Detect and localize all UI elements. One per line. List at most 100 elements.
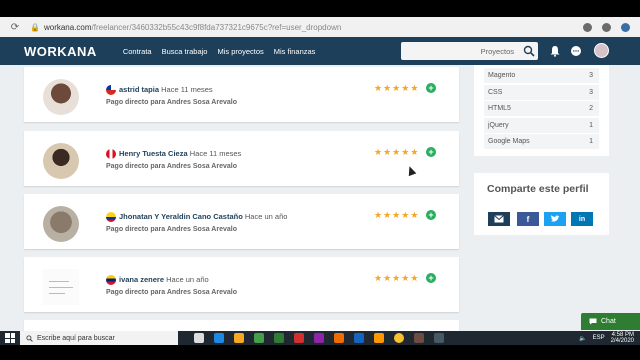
taskbar-clock[interactable]: 4:58 PM 2/4/2020 — [611, 332, 634, 344]
chrome-icon[interactable] — [394, 333, 404, 343]
app-icon[interactable] — [374, 333, 384, 343]
review-time: Hace 11 meses — [189, 149, 242, 158]
skill-name[interactable]: Magento — [488, 72, 515, 79]
reviewer-avatar[interactable] — [43, 79, 79, 115]
expand-plus-icon[interactable]: + — [426, 147, 436, 157]
file-explorer-icon[interactable] — [234, 333, 244, 343]
star-icon: ★ — [401, 273, 410, 283]
reviewer-name[interactable]: astrid tapia — [119, 85, 159, 94]
reload-icon[interactable]: ⟳ — [0, 22, 30, 33]
search-input[interactable]: Proyectos — [401, 42, 538, 60]
app-icon[interactable] — [434, 333, 444, 343]
chat-button[interactable]: Chat — [581, 313, 640, 330]
language-indicator[interactable]: ESP — [593, 335, 605, 341]
reviewer-name[interactable]: Henry Tuesta Cieza — [119, 149, 188, 158]
edge-icon[interactable] — [214, 333, 224, 343]
nav-mis-proyectos[interactable]: Mis proyectos — [217, 47, 263, 56]
reviewer-avatar[interactable] — [43, 269, 79, 305]
star-icon: ★ — [401, 147, 410, 157]
linkedin-icon: in — [578, 215, 586, 223]
messages-icon[interactable] — [570, 45, 582, 57]
star-icon: ★ — [410, 210, 419, 220]
bookmark-star-icon[interactable] — [602, 22, 611, 32]
star-icon: ★ — [374, 273, 383, 283]
url-path: /freelancer/3460332b55c43c9f8fda737321c9… — [91, 22, 342, 32]
star-icon: ★ — [392, 210, 401, 220]
store-icon[interactable] — [254, 333, 264, 343]
search-icon[interactable] — [521, 43, 537, 59]
rating-stars: ★ ★ ★ ★ ★ — [374, 83, 418, 93]
star-icon: ★ — [392, 273, 401, 283]
site-header: WORKANA Contrata Busca trabajo Mis proye… — [0, 37, 640, 65]
skill-name[interactable]: HTML5 — [488, 105, 511, 112]
nav-contrata[interactable]: Contrata — [123, 47, 152, 56]
review-card-partial — [24, 320, 459, 331]
share-twitter-button[interactable] — [544, 212, 566, 226]
clock-date: 2/4/2020 — [610, 338, 634, 344]
share-linkedin-button[interactable]: in — [571, 212, 593, 226]
star-icon: ★ — [374, 83, 383, 93]
share-email-button[interactable] — [488, 212, 510, 226]
windows-start-icon[interactable] — [5, 333, 15, 343]
spotify-icon[interactable] — [274, 333, 284, 343]
star-icon: ★ — [383, 273, 392, 283]
reviewer-avatar[interactable] — [43, 206, 79, 242]
sublime-text-icon[interactable] — [334, 333, 344, 343]
star-icon: ★ — [374, 147, 383, 157]
reviewer-name[interactable]: Jhonatan Y Yeraldin Cano Castaño — [119, 212, 243, 221]
profile-content: astrid tapia Hace 11 meses Pago directo … — [0, 65, 640, 331]
taskbar-search-placeholder: Escribe aquí para buscar — [37, 334, 115, 342]
star-icon: ★ — [383, 83, 392, 93]
speaker-icon[interactable]: 🔈 — [579, 335, 586, 342]
nav-busca-trabajo[interactable]: Busca trabajo — [162, 47, 208, 56]
nav-mis-finanzas[interactable]: Mis finanzas — [274, 47, 316, 56]
skill-name[interactable]: jQuery — [488, 122, 509, 129]
expand-plus-icon[interactable]: + — [426, 273, 436, 283]
taskbar-search-input[interactable]: Escribe aquí para buscar — [20, 331, 178, 345]
browser-address-bar: ⟳ 🔒 workana.com/freelancer/3460332b55c43… — [0, 17, 640, 37]
reviewer-avatar[interactable] — [43, 143, 79, 179]
workana-logo[interactable]: WORKANA — [24, 44, 97, 59]
app-icon[interactable] — [414, 333, 424, 343]
extension-icon[interactable] — [583, 22, 592, 32]
task-view-icon[interactable] — [194, 333, 204, 343]
star-icon: ★ — [401, 210, 410, 220]
chat-bubble-icon — [589, 318, 597, 325]
reviewer-line: Henry Tuesta Cieza Hace 11 meses — [119, 149, 241, 158]
lock-icon: 🔒 — [30, 22, 40, 32]
review-description: Pago directo para Andres Sosa Arevalo — [106, 289, 237, 296]
app-icon[interactable] — [354, 333, 364, 343]
skill-count: 3 — [589, 72, 593, 79]
share-title: Comparte este perfil — [487, 183, 589, 195]
letterbox — [0, 345, 640, 360]
profile-icon[interactable] — [621, 22, 630, 32]
notifications-bell-icon[interactable] — [549, 45, 561, 57]
review-card: Henry Tuesta Cieza Hace 11 meses Pago di… — [24, 131, 459, 186]
expand-plus-icon[interactable]: + — [426, 210, 436, 220]
share-facebook-button[interactable]: f — [517, 212, 539, 226]
url-field[interactable]: workana.com/freelancer/3460332b55c43c9f8… — [44, 23, 583, 32]
user-avatar[interactable] — [594, 43, 609, 58]
star-icon: ★ — [374, 210, 383, 220]
venezuela-flag-icon — [106, 275, 116, 285]
chat-label: Chat — [601, 318, 616, 325]
facebook-icon: f — [526, 214, 530, 224]
app-icon[interactable] — [314, 333, 324, 343]
app-icon[interactable] — [294, 333, 304, 343]
reviewer-line: astrid tapia Hace 11 meses — [119, 85, 213, 94]
reviewer-name[interactable]: ivana zenere — [119, 275, 164, 284]
skill-name[interactable]: CSS — [488, 89, 502, 96]
rating-stars: ★ ★ ★ ★ ★ — [374, 147, 418, 157]
review-card: Jhonatan Y Yeraldin Cano Castaño Hace un… — [24, 194, 459, 249]
colombia-flag-icon — [106, 212, 116, 222]
star-icon: ★ — [392, 83, 401, 93]
star-icon: ★ — [392, 147, 401, 157]
avatar-sketch-line — [49, 287, 73, 288]
url-domain: workana.com — [43, 22, 92, 32]
skill-name[interactable]: Google Maps — [488, 138, 530, 145]
expand-plus-icon[interactable]: + — [426, 83, 436, 93]
skill-count: 1 — [589, 138, 593, 145]
skill-row: Magento 3 — [484, 68, 599, 84]
search-scope-label[interactable]: Proyectos — [481, 47, 514, 56]
reviewer-line: Jhonatan Y Yeraldin Cano Castaño Hace un… — [119, 212, 287, 221]
